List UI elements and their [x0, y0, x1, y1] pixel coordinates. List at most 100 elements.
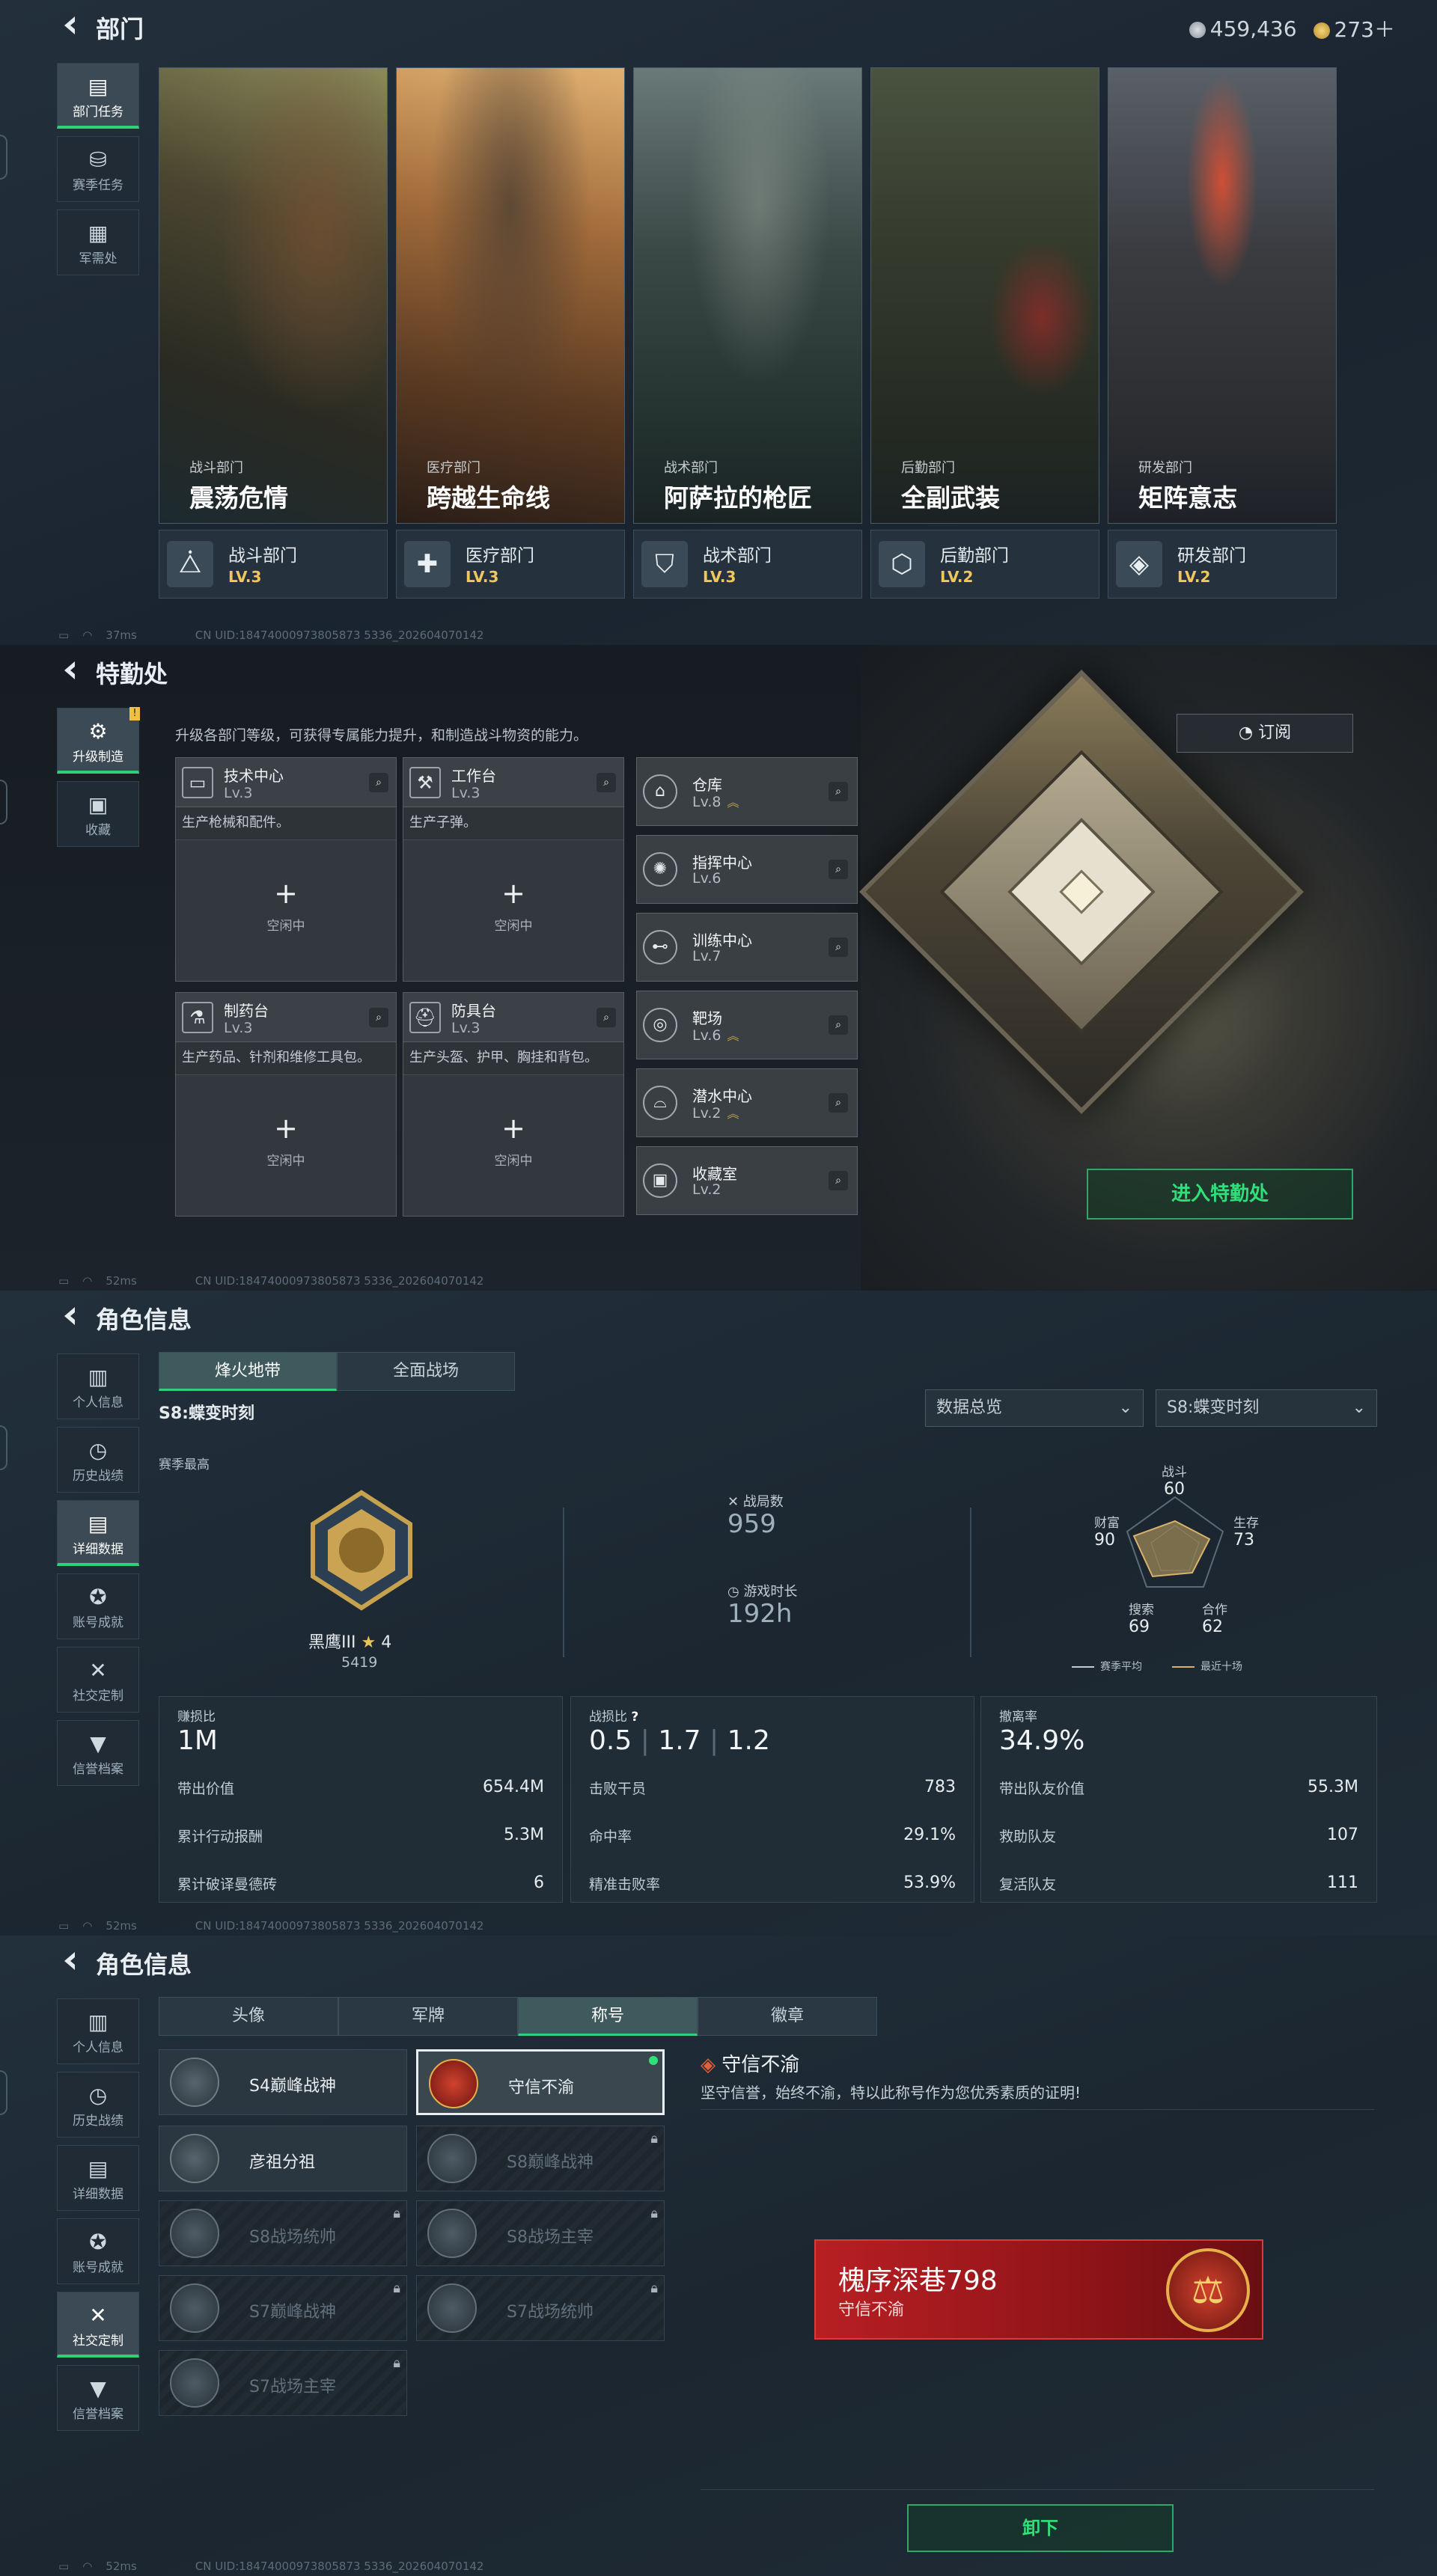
room-training-center[interactable]: ⊷ 训练中心 Lv.7 ⌕ — [636, 913, 858, 982]
search-icon[interactable]: ⌕ — [369, 773, 388, 792]
nav-achievements[interactable]: ✪ 账号成就 — [57, 1573, 139, 1639]
gold-balance[interactable]: 273＋ — [1313, 13, 1395, 43]
nav-detailed-data[interactable]: ▤ 详细数据 — [57, 1500, 139, 1566]
plus-icon: + — [274, 877, 298, 910]
title-item[interactable]: 彦祖分祖 — [159, 2126, 407, 2191]
facility-tech-center[interactable]: ▭ 技术中心 Lv.3 ⌕ 生产枪械和配件。 + 空闲中 — [175, 757, 397, 982]
title-item-selected[interactable]: 守信不渝 — [416, 2049, 665, 2115]
expand-handle[interactable] — [0, 2070, 7, 2115]
status-footer: ▭ ◠ 37ms CN UID:18474000973805873 5336_2026… — [58, 628, 484, 642]
medical-cross-icon: ✚ — [404, 541, 451, 587]
page-title: 角色信息 — [96, 1951, 192, 1979]
dept-level-combat[interactable]: ⧊ 战斗部门 LV.3 — [159, 530, 388, 599]
dept-level-research[interactable]: ◈ 研发部门 LV.2 — [1108, 530, 1337, 599]
dept-card-tactical[interactable]: 战术部门 阿萨拉的枪匠 — [633, 67, 862, 524]
nav-personal-info[interactable]: ▥ 个人信息 — [57, 1353, 139, 1419]
dept-level-logistics[interactable]: ⬡ 后勤部门 LV.2 — [870, 530, 1099, 599]
search-icon[interactable]: ⌕ — [829, 1015, 848, 1035]
nav-dept-tasks[interactable]: ▤ 部门任务 — [57, 63, 139, 129]
battery-icon: ▭ — [58, 1919, 70, 1933]
facility-workbench[interactable]: ⚒ 工作台 Lv.3 ⌕ 生产子弹。 + 空闲中 — [403, 757, 624, 982]
help-icon[interactable]: ? — [631, 1710, 638, 1725]
dept-level-tactical[interactable]: ⛉ 战术部门 LV.3 — [633, 530, 862, 599]
search-icon[interactable]: ⌕ — [829, 782, 848, 801]
nav-achievements[interactable]: ✪ 账号成就 — [57, 2218, 139, 2284]
back-button[interactable] — [58, 1304, 82, 1328]
production-slot[interactable]: + 空闲中 — [403, 1075, 623, 1216]
tab-badge[interactable]: 徽章 — [698, 1997, 877, 2036]
search-icon[interactable]: ⌕ — [369, 1008, 388, 1027]
room-collection[interactable]: ▣ 收藏室 Lv.2 ⌕ — [636, 1146, 858, 1215]
nav-history[interactable]: ◷ 历史战绩 — [57, 1427, 139, 1493]
radar-area — [1132, 1520, 1211, 1578]
nav-season-tasks[interactable]: ⛁ 赛季任务 — [57, 136, 139, 202]
title-item-locked[interactable]: S8战场主宰 🔒︎ — [416, 2200, 665, 2266]
page-title: 部门 — [96, 15, 144, 43]
custom-tabs: 头像 军牌 称号 徽章 — [159, 1997, 877, 2036]
expand-handle[interactable] — [0, 1425, 7, 1470]
search-icon[interactable]: ⌕ — [829, 1093, 848, 1113]
data-overview-select[interactable]: 数据总览 ⌄ — [925, 1389, 1144, 1427]
tab-dogtag[interactable]: 军牌 — [338, 1997, 518, 2036]
tab-full-battle[interactable]: 全面战场 — [337, 1352, 515, 1391]
nav-personal-info[interactable]: ▥ 个人信息 — [57, 1998, 139, 2064]
search-icon[interactable]: ⌕ — [829, 1171, 848, 1190]
scales-icon: ⚖ — [1166, 2248, 1250, 2332]
rank-score: 5419 — [341, 1654, 378, 1671]
dept-card-combat[interactable]: 战斗部门 震荡危情 — [159, 67, 388, 524]
enter-special-ops-button[interactable]: 进入特勤处 — [1087, 1169, 1353, 1220]
wifi-icon: ◠ — [82, 2560, 93, 2573]
title-item[interactable]: S4巅峰战神 — [159, 2049, 407, 2115]
title-item-locked[interactable]: S7战场统帅 🔒︎ — [416, 2275, 665, 2341]
room-warehouse[interactable]: ⌂ 仓库 Lv.8 ︽ ⌕ — [636, 757, 858, 826]
production-slot[interactable]: + 空闲中 — [176, 1075, 396, 1216]
facility-pharmacy[interactable]: ⚗ 制药台 Lv.3 ⌕ 生产药品、针剂和维修工具包。 + 空闲中 — [175, 992, 397, 1217]
unequip-button[interactable]: 卸下 — [907, 2504, 1174, 2552]
equipped-dot — [649, 2056, 658, 2065]
coin-balance: 459,436 — [1189, 16, 1297, 41]
nav-upgrade-craft[interactable]: ! ⚙ 升级制造 — [57, 707, 140, 774]
room-command-center[interactable]: ✺ 指挥中心 Lv.6 ⌕ — [636, 835, 858, 904]
title-item-locked[interactable]: S7巅峰战神 🔒︎ — [159, 2275, 407, 2341]
title-item-locked[interactable]: S8战场统帅 🔒︎ — [159, 2200, 407, 2266]
search-icon[interactable]: ⌕ — [597, 773, 616, 792]
subscribe-button[interactable]: ◔ 订阅 — [1177, 714, 1353, 753]
title-item-locked[interactable]: S7战场主宰 🔒︎ — [159, 2350, 407, 2416]
nav-detailed-data[interactable]: ▤ 详细数据 — [57, 2145, 139, 2211]
dept-card-logistics[interactable]: 后勤部门 全副武装 — [870, 67, 1099, 524]
back-button[interactable] — [58, 1949, 82, 1973]
room-shooting-range[interactable]: ◎ 靶场 Lv.6 ︽ ⌕ — [636, 991, 858, 1059]
nav-history[interactable]: ◷ 历史战绩 — [57, 2072, 139, 2138]
nav-quartermaster[interactable]: ▦ 军需处 — [57, 209, 139, 275]
expand-handle[interactable] — [0, 135, 7, 180]
room-diving-center[interactable]: ⌓ 潜水中心 Lv.2 ︽ ⌕ — [636, 1068, 858, 1137]
lock-icon: 🔒︎ — [650, 2131, 658, 2147]
title-item-locked[interactable]: S8巅峰战神 🔒︎ — [416, 2126, 665, 2191]
search-icon[interactable]: ⌕ — [829, 937, 848, 957]
nav-social-custom[interactable]: ✕ 社交定制 — [57, 2292, 139, 2358]
back-button[interactable] — [58, 13, 82, 37]
upgrade-chevron-icon: ︽ — [727, 1029, 739, 1043]
expand-handle[interactable] — [0, 780, 7, 824]
tab-title[interactable]: 称号 — [518, 1997, 698, 2036]
back-button[interactable] — [58, 658, 82, 682]
tab-avatar[interactable]: 头像 — [159, 1997, 338, 2036]
tab-warzone[interactable]: 烽火地带 — [159, 1352, 337, 1391]
currency-bar: 459,436 273＋ — [1189, 13, 1395, 43]
dept-card-research[interactable]: 研发部门 矩阵意志 — [1108, 67, 1337, 524]
production-slot[interactable]: + 空闲中 — [176, 840, 396, 981]
season-select[interactable]: S8:蝶变时刻 ⌄ — [1156, 1389, 1377, 1427]
search-icon[interactable]: ⌕ — [829, 860, 848, 879]
back-arrow-icon — [64, 1952, 75, 1970]
nav-social-custom[interactable]: ✕ 社交定制 — [57, 1647, 139, 1713]
dept-level-medical[interactable]: ✚ 医疗部门 LV.3 — [396, 530, 625, 599]
nav-collection[interactable]: ▣ 收藏 — [57, 781, 139, 847]
production-slot[interactable]: + 空闲中 — [403, 840, 623, 981]
nav-reputation[interactable]: ▼ 信誉档案 — [57, 2365, 139, 2431]
facility-armor-bench[interactable]: ⛑ 防具台 Lv.3 ⌕ 生产头盔、护甲、胸挂和背包。 + 空闲中 — [403, 992, 624, 1217]
search-icon[interactable]: ⌕ — [597, 1008, 616, 1027]
lock-icon: 🔒︎ — [393, 2280, 400, 2296]
dept-card-medical[interactable]: 医疗部门 跨越生命线 — [396, 67, 625, 524]
nav-reputation[interactable]: ▼ 信誉档案 — [57, 1720, 139, 1786]
radar-chart: 战斗 60 生存 73 合作 62 搜索 69 财富 90 — [1094, 1465, 1259, 1636]
